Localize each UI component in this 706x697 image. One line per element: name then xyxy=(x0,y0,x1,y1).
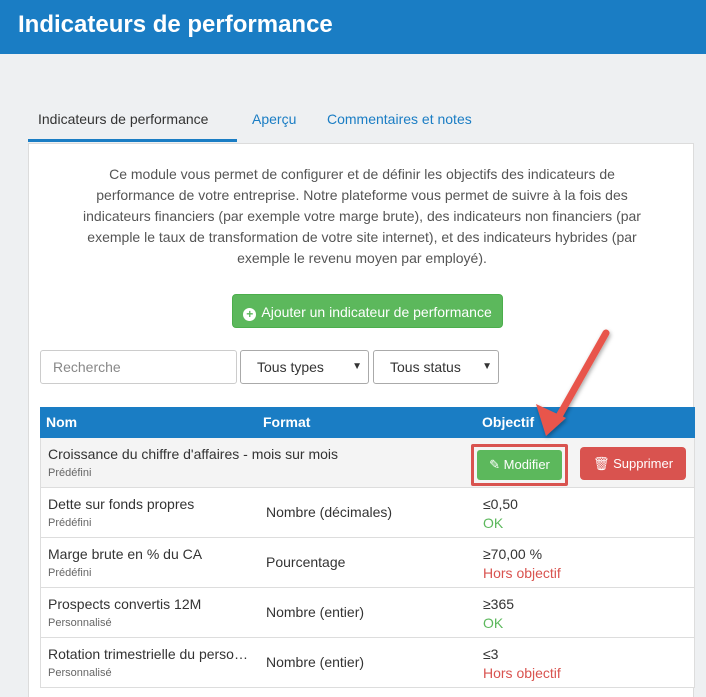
table-row[interactable]: Dette sur fonds propres Prédéfini Nombre… xyxy=(40,488,695,538)
indicator-target: ≥365 xyxy=(483,596,515,612)
column-header-format: Format xyxy=(263,414,311,430)
indicators-table: Nom Format Objectif Croissance du chiffr… xyxy=(40,407,695,688)
chevron-down-icon: ▼ xyxy=(352,361,362,372)
indicator-name: Rotation trimestrielle du perso… xyxy=(48,646,248,662)
table-row[interactable]: Prospects convertis 12M Personnalisé Nom… xyxy=(40,588,695,638)
indicator-name: Marge brute en % du CA xyxy=(48,546,203,562)
plus-circle-icon: + xyxy=(243,308,257,321)
indicator-status: Hors objectif xyxy=(483,665,561,681)
content-panel: Ce module vous permet de configurer et d… xyxy=(28,143,695,697)
tab-bar: Indicateurs de performance Aperçu Commen… xyxy=(28,98,694,142)
indicator-type: Personnalisé xyxy=(48,667,112,679)
trash-icon: 🗑 xyxy=(592,456,610,471)
search-input[interactable] xyxy=(40,350,237,384)
indicator-type: Prédéfini xyxy=(48,567,92,579)
delete-button[interactable]: 🗑 Supprimer xyxy=(580,447,686,480)
delete-button-label: Supprimer xyxy=(613,456,674,471)
module-description: Ce module vous permet de configurer et d… xyxy=(83,166,641,266)
table-row[interactable]: Rotation trimestrielle du perso… Personn… xyxy=(40,638,695,688)
indicator-target: ≤0,50 xyxy=(483,496,518,512)
table-header: Nom Format Objectif xyxy=(40,407,695,438)
indicator-target: ≥70,00 % xyxy=(483,546,543,562)
indicator-target: ≤3 xyxy=(483,646,499,662)
indicator-format: Nombre (décimales) xyxy=(266,504,393,520)
table-row[interactable]: Marge brute en % du CA Prédéfini Pourcen… xyxy=(40,538,695,588)
add-indicator-label: Ajouter un indicateur de performance xyxy=(261,304,492,320)
app-header: Indicateurs de performance xyxy=(0,0,706,54)
tab-commentaires[interactable]: Commentaires et notes xyxy=(317,98,482,142)
indicator-status: Hors objectif xyxy=(483,565,561,581)
indicator-name: Croissance du chiffre d'affaires - mois … xyxy=(48,446,339,462)
indicator-type: Personnalisé xyxy=(48,617,112,629)
indicator-name: Dette sur fonds propres xyxy=(48,496,195,512)
indicator-format: Pourcentage xyxy=(266,554,346,570)
indicator-format: Nombre (entier) xyxy=(266,654,365,670)
type-filter-select[interactable]: Tous types ▼ xyxy=(240,350,369,384)
table-row[interactable]: Croissance du chiffre d'affaires - mois … xyxy=(40,438,695,488)
status-filter-select[interactable]: Tous status ▼ xyxy=(373,350,499,384)
page-title: Indicateurs de performance xyxy=(18,11,333,38)
indicator-format: Nombre (entier) xyxy=(266,604,365,620)
status-filter-value: Tous status xyxy=(390,359,461,375)
indicator-name: Prospects convertis 12M xyxy=(48,596,202,612)
indicator-type: Prédéfini xyxy=(48,467,92,479)
indicator-status: OK xyxy=(483,515,504,531)
edit-button[interactable]: ✎ Modifier xyxy=(477,450,562,480)
add-indicator-button[interactable]: + Ajouter un indicateur de performance xyxy=(232,294,503,328)
column-header-objectif: Objectif xyxy=(482,414,535,430)
chevron-down-icon: ▼ xyxy=(482,361,492,372)
edit-button-label: Modifier xyxy=(503,457,550,472)
edit-highlight-box: ✎ Modifier xyxy=(471,444,568,486)
tab-apercu[interactable]: Aperçu xyxy=(242,98,306,142)
tab-indicateurs[interactable]: Indicateurs de performance xyxy=(28,98,237,142)
pencil-icon: ✎ xyxy=(489,457,501,472)
type-filter-value: Tous types xyxy=(257,359,324,375)
indicator-status: OK xyxy=(483,615,504,631)
indicator-type: Prédéfini xyxy=(48,517,92,529)
column-header-nom: Nom xyxy=(46,414,78,430)
